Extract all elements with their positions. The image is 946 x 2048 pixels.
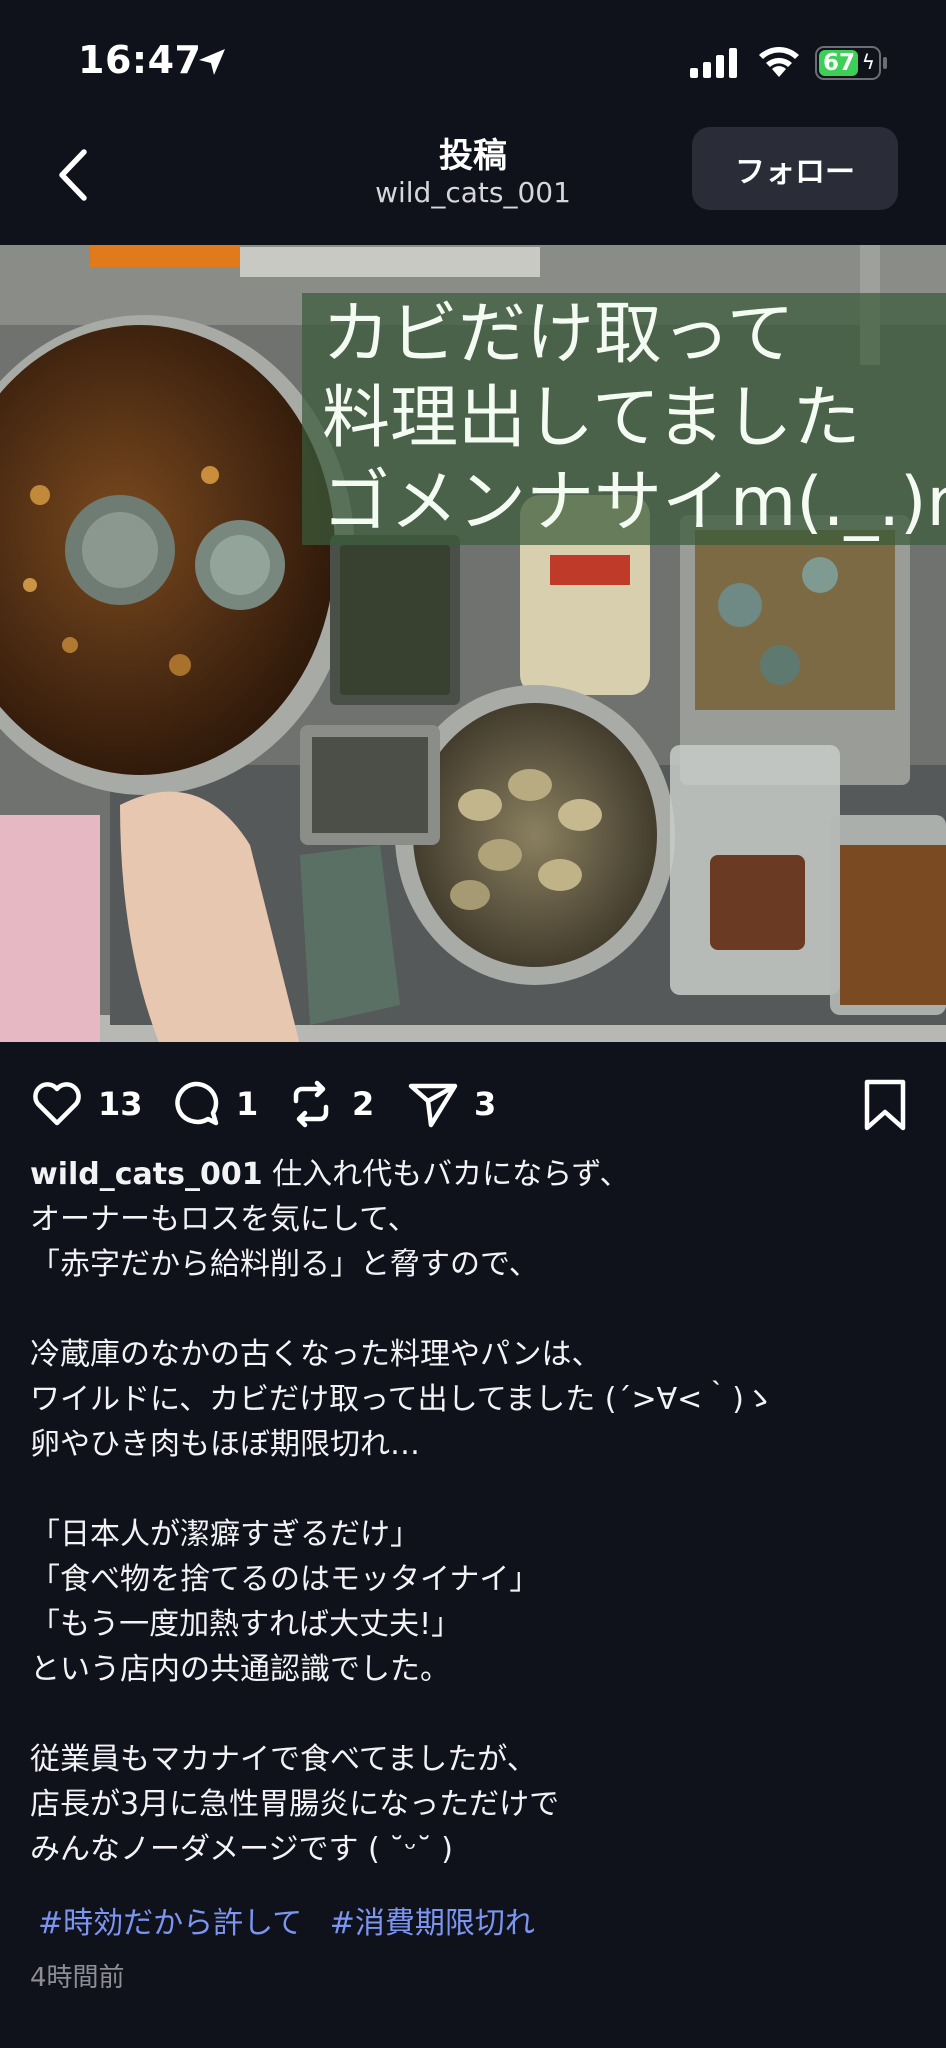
- action-bar: 13 1 2 3: [0, 1042, 946, 1162]
- comment-icon: [175, 1081, 219, 1126]
- status-time: 16:47: [78, 38, 202, 82]
- charging-bolt-icon: ϟ: [861, 50, 875, 74]
- caption-text: 仕入れ代もバカにならず、: [262, 1157, 630, 1192]
- caption-line: という店内の共通認識でした。: [30, 1652, 450, 1687]
- wifi-icon: [759, 47, 799, 77]
- caption-line: 店長が3月に急性胃腸炎になっただけで: [30, 1787, 560, 1822]
- caption-line: 「もう一度加熱すれば大丈夫!」: [30, 1607, 462, 1642]
- repost-button[interactable]: 2: [284, 1076, 374, 1132]
- location-arrow-icon: [199, 49, 225, 75]
- heart-icon: [33, 1082, 81, 1126]
- share-icon: [408, 1083, 458, 1128]
- follow-button[interactable]: フォロー: [692, 127, 898, 210]
- overlay-line: ゴメンナサイm(._.)m: [302, 461, 946, 545]
- hashtag-list: #時効だから許して #消費期限切れ: [38, 1898, 553, 1942]
- like-count: 13: [98, 1085, 143, 1123]
- status-bar: 16:47 67 ϟ: [0, 0, 946, 120]
- battery-cap: [883, 57, 887, 69]
- caption-line: ワイルドに、カビだけ取って出してました (´>∀<｀)ゝ: [30, 1382, 774, 1417]
- post-timestamp: 4時間前: [30, 1963, 125, 1993]
- signal-icon: [690, 48, 737, 78]
- caption-line: 従業員もマカナイで食べてましたが、: [30, 1742, 537, 1777]
- caption-line: みんなノーダメージです ( ˘ᵕ˘ ): [30, 1832, 453, 1867]
- repost-count: 2: [352, 1085, 375, 1123]
- repost-icon: [293, 1080, 329, 1128]
- battery-percent: 67: [823, 50, 856, 76]
- caption-line: 冷蔵庫のなかの古くなった料理やパンは、: [30, 1337, 602, 1372]
- share-button[interactable]: 3: [406, 1076, 496, 1132]
- caption-username[interactable]: wild_cats_001: [30, 1157, 263, 1192]
- share-count: 3: [474, 1085, 497, 1123]
- hashtag-link[interactable]: #時効だから許して: [38, 1906, 302, 1941]
- like-button[interactable]: 13: [30, 1076, 143, 1132]
- post-caption: wild_cats_001 仕入れ代もバカにならず、 オーナーもロスを気にして、…: [30, 1152, 920, 1872]
- caption-line: 卵やひき肉もほぼ期限切れ…: [30, 1427, 420, 1462]
- image-overlay-caption: カビだけ取って 料理出してました ゴメンナサイm(._.)m: [302, 293, 946, 545]
- caption-line: オーナーもロスを気にして、: [30, 1202, 418, 1237]
- overlay-line: 料理出してました: [302, 377, 946, 461]
- caption-line: wild_cats_001 仕入れ代もバカにならず、: [30, 1152, 920, 1197]
- overlay-line: カビだけ取って: [302, 293, 946, 377]
- hashtag-link[interactable]: #消費期限切れ: [330, 1906, 535, 1941]
- post-header: 投稿 wild_cats_001 フォロー: [0, 120, 946, 245]
- post-image[interactable]: カビだけ取って 料理出してました ゴメンナサイm(._.)m: [0, 245, 946, 1042]
- battery-icon: 67 ϟ: [815, 46, 881, 80]
- comment-count: 1: [236, 1085, 259, 1123]
- bookmark-icon[interactable]: [862, 1078, 908, 1132]
- comment-button[interactable]: 1: [168, 1076, 258, 1132]
- caption-line: 「食べ物を捨てるのはモッタイナイ」: [30, 1562, 540, 1597]
- caption-line: 「日本人が潔癖すぎるだけ」: [30, 1517, 420, 1552]
- post-detail-screen: 16:47 67 ϟ 投稿 wild_cats_001 フォロー カビだけ取って…: [0, 0, 946, 2048]
- caption-line: 「赤字だから給料削る」と脅すので、: [30, 1247, 539, 1282]
